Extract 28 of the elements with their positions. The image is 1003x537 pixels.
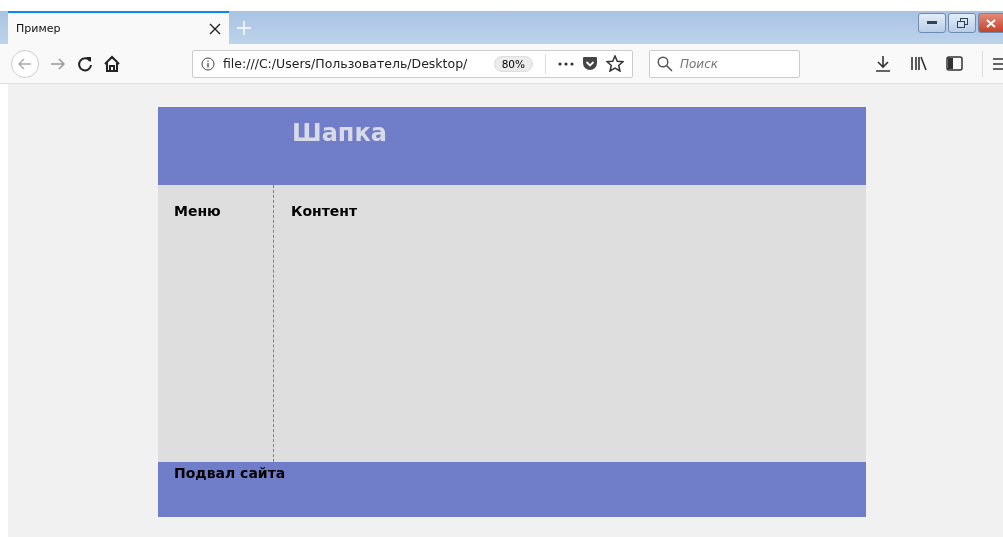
header-title: Шапка: [292, 119, 387, 147]
close-icon[interactable]: [209, 22, 221, 35]
restore-button[interactable]: [948, 13, 976, 33]
download-icon[interactable]: [875, 55, 891, 72]
minimize-button[interactable]: [918, 13, 946, 33]
home-icon[interactable]: [103, 54, 121, 73]
browser-tab[interactable]: Пример: [8, 11, 229, 44]
search-field[interactable]: Поиск: [649, 49, 800, 78]
restore-icon: [956, 18, 968, 28]
menu-label: Меню: [174, 203, 221, 219]
close-icon: [986, 18, 996, 28]
address-bar[interactable]: file:///C:/Users/Пользователь/Desktop/ 80%: [192, 49, 633, 78]
menu-icon[interactable]: [993, 56, 1003, 71]
search-icon: [657, 55, 673, 72]
footer-text: Подвал сайта: [174, 465, 286, 481]
library-icon[interactable]: [910, 56, 927, 71]
forward-icon[interactable]: [49, 55, 67, 72]
minimize-icon: [927, 21, 937, 25]
info-icon[interactable]: [201, 56, 215, 71]
reload-icon[interactable]: [76, 54, 94, 73]
url-text: file:///C:/Users/Пользователь/Desktop/: [223, 56, 469, 71]
close-button[interactable]: [978, 13, 1003, 33]
star-icon[interactable]: [606, 55, 624, 72]
zoom-badge[interactable]: 80%: [493, 55, 533, 72]
sidebar-icon[interactable]: [946, 56, 963, 71]
pocket-icon[interactable]: [582, 56, 598, 71]
more-icon[interactable]: [558, 61, 574, 66]
content-label: Контент: [291, 203, 358, 219]
